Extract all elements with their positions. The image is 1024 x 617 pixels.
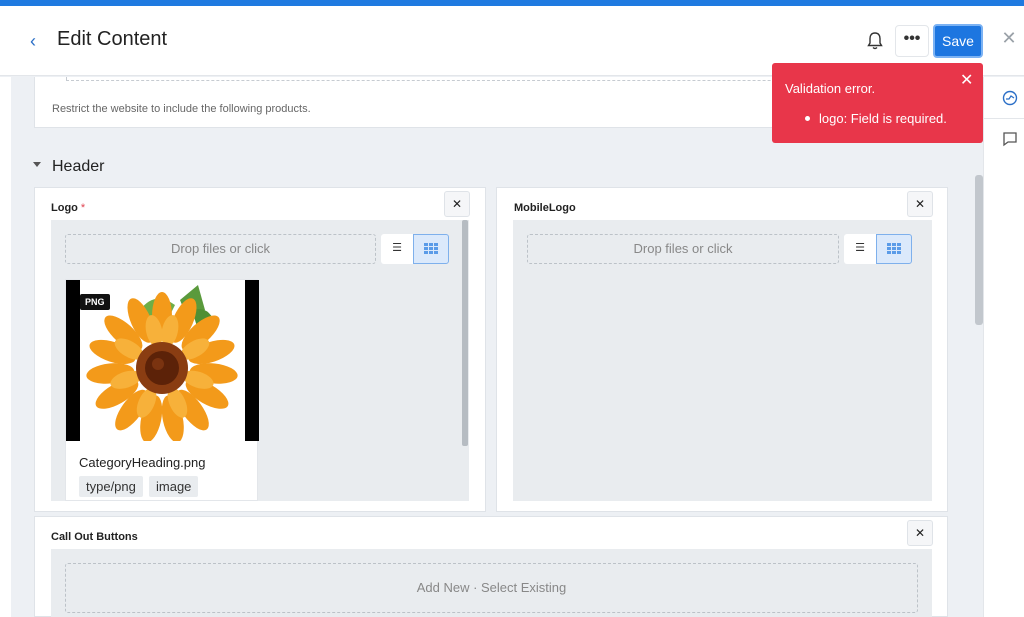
more-options-button[interactable]: ••• xyxy=(895,25,929,57)
toast-bullet xyxy=(805,116,810,121)
logo-remove-button[interactable]: ✕ xyxy=(444,191,470,217)
restrict-hint: Restrict the website to include the foll… xyxy=(52,103,311,115)
png-badge: PNG xyxy=(80,294,110,310)
file-tag-type: type/png xyxy=(79,476,143,497)
toast-title: Validation error. xyxy=(785,81,876,96)
page-title: Edit Content xyxy=(57,28,168,50)
mobile-list-view-icon[interactable]: ☰ xyxy=(844,234,876,264)
collapse-arrow-icon[interactable] xyxy=(33,162,41,167)
left-gutter xyxy=(0,77,11,617)
validation-toast: Validation error. ✕ logo: Field is requi… xyxy=(772,63,983,143)
logo-label-text: Logo xyxy=(51,202,78,214)
callout-label: Call Out Buttons xyxy=(51,531,138,543)
mobile-grid-view-button[interactable] xyxy=(876,234,912,264)
logo-inner-scrollbar[interactable] xyxy=(462,220,468,446)
grid-view-icon xyxy=(424,243,438,255)
bell-icon[interactable] xyxy=(864,30,886,52)
toast-error-item: logo: Field is required. xyxy=(819,111,947,126)
logo-label: Logo * xyxy=(51,202,85,214)
comment-icon[interactable] xyxy=(1001,130,1019,148)
callout-add-zone[interactable]: Add New · Select Existing xyxy=(65,563,918,613)
mobile-grid-view-icon xyxy=(887,243,901,255)
close-icon[interactable]: ✕ xyxy=(999,28,1019,48)
grid-view-button[interactable] xyxy=(413,234,449,264)
logo-file-card[interactable]: PNG CategoryHeading.png type/png image xyxy=(65,279,259,501)
history-icon[interactable] xyxy=(1001,89,1019,107)
callout-remove-button[interactable]: ✕ xyxy=(907,520,933,546)
toast-close-icon[interactable]: ✕ xyxy=(960,70,973,90)
rail-divider xyxy=(984,118,1024,119)
file-tag-image: image xyxy=(149,476,199,497)
file-name: CategoryHeading.png xyxy=(79,455,206,470)
mobile-logo-drop-zone[interactable]: Drop files or click xyxy=(527,234,839,264)
page-scrollbar[interactable] xyxy=(975,175,983,325)
logo-drop-zone[interactable]: Drop files or click xyxy=(65,234,376,264)
section-title: Header xyxy=(52,158,105,175)
file-thumbnail: PNG xyxy=(66,280,259,441)
mobile-logo-remove-button[interactable]: ✕ xyxy=(907,191,933,217)
right-rail xyxy=(983,77,1024,617)
required-mark: * xyxy=(80,202,86,214)
back-icon[interactable]: ‹ xyxy=(30,31,46,51)
save-button[interactable]: Save xyxy=(933,24,983,58)
list-view-icon[interactable]: ☰ xyxy=(381,234,413,264)
mobile-logo-label: MobileLogo xyxy=(514,202,576,214)
